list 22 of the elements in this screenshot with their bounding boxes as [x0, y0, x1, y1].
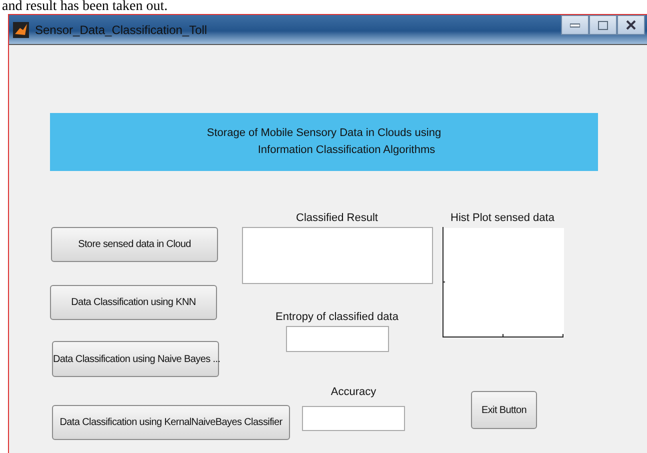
store-data-button[interactable]: Store sensed data in Cloud [51, 227, 218, 262]
plot-title: Hist Plot sensed data [450, 211, 554, 225]
close-icon [626, 20, 636, 30]
kernel-bayes-button[interactable]: Data Classification using KernalNaiveBayes Classifier [52, 405, 290, 440]
minimize-icon [570, 22, 580, 28]
banner-text: Storage of Mobile Sensory Data in Clouds using [206, 126, 442, 141]
naive-bayes-button[interactable]: Data Classification using Naive Bayes ... [52, 341, 219, 377]
banner-text: Information Classification Algorithms [256, 143, 436, 158]
exit-button[interactable]: Exit Button [471, 391, 537, 429]
accuracy-label: Accuracy [330, 385, 376, 399]
caption-text: and result has been taken out. [2, 0, 168, 14]
entropy-label: Entropy of classified data [276, 310, 398, 324]
accuracy-field[interactable] [302, 406, 405, 431]
close-button[interactable] [617, 15, 645, 35]
app-icon [13, 22, 29, 38]
minimize-button[interactable] [561, 15, 589, 35]
knn-button[interactable]: Data Classification using KNN [50, 285, 217, 320]
window-title: Sensor_Data_Classification_Toll [35, 22, 208, 36]
entropy-field[interactable] [286, 326, 388, 352]
maximize-icon [598, 20, 608, 30]
maximize-button[interactable] [589, 15, 617, 35]
classified-result-label: Classified Result [296, 211, 378, 225]
